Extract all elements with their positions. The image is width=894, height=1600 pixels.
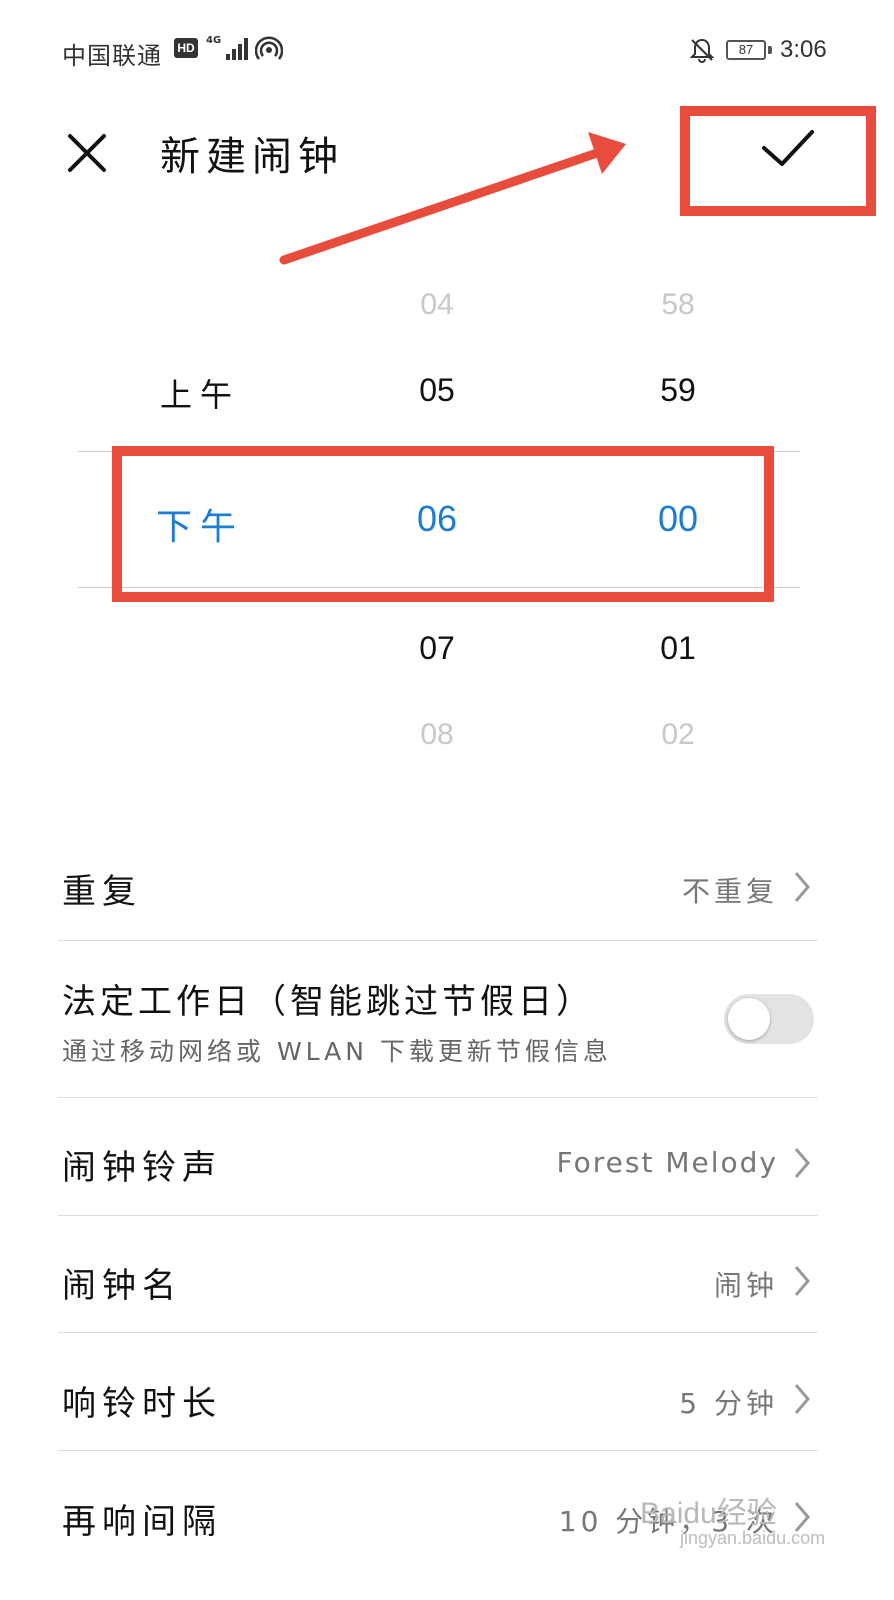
setting-ringtone-label: 闹钟铃声 — [62, 1148, 222, 1188]
chevron-right-icon — [794, 1266, 810, 1296]
network-type: 4G — [206, 35, 222, 46]
annotation-highlight-selected-time — [112, 446, 774, 602]
workday-toggle[interactable] — [724, 994, 814, 1044]
status-time: 3:06 — [780, 36, 827, 63]
setting-name-row[interactable]: 闹钟名 闹钟 — [58, 1254, 818, 1314]
picker-hour-below-2[interactable]: 08 — [387, 718, 487, 752]
watermark-url: jingyan.baidu.com — [680, 1528, 826, 1548]
picker-ampm-above[interactable]: 上午 — [140, 370, 260, 416]
carrier-name: 中国联通 — [62, 42, 162, 70]
picker-minute-below-2[interactable]: 02 — [628, 718, 728, 752]
setting-snooze-label: 再响间隔 — [62, 1502, 222, 1542]
setting-workday-label: 法定工作日（智能跳过节假日） — [62, 982, 594, 1022]
setting-duration-row[interactable]: 响铃时长 5 分钟 — [58, 1372, 818, 1432]
setting-duration-label: 响铃时长 — [62, 1384, 222, 1424]
setting-ringtone-value: Forest Melody — [556, 1146, 778, 1179]
divider — [58, 1450, 818, 1451]
setting-name-label: 闹钟名 — [62, 1266, 182, 1306]
divider — [58, 1097, 818, 1098]
toggle-knob — [728, 998, 770, 1040]
check-icon[interactable] — [758, 126, 818, 172]
picker-hour-below-1[interactable]: 07 — [387, 630, 487, 667]
hotspot-icon — [255, 36, 283, 60]
picker-hour-above-2[interactable]: 04 — [387, 288, 487, 322]
picker-minute-below-1[interactable]: 01 — [628, 630, 728, 667]
chevron-right-icon — [794, 872, 810, 902]
picker-minute-above-2[interactable]: 58 — [628, 288, 728, 322]
setting-duration-value: 5 分钟 — [679, 1387, 778, 1420]
setting-repeat-label: 重复 — [62, 872, 142, 912]
watermark: Baidu经验 — [640, 1497, 777, 1530]
divider — [58, 1332, 818, 1333]
chevron-right-icon — [794, 1384, 810, 1414]
status-bar: 中国联通 HD 4G 87 3:06 — [0, 0, 894, 100]
bell-off-icon — [689, 38, 715, 63]
battery-tip — [768, 46, 772, 54]
setting-workday-row[interactable]: 法定工作日（智能跳过节假日） 通过移动网络或 WLAN 下载更新节假信息 — [58, 970, 818, 1080]
setting-workday-description: 通过移动网络或 WLAN 下载更新节假信息 — [62, 1037, 612, 1066]
setting-repeat-row[interactable]: 重复 不重复 — [58, 860, 818, 920]
picker-hour-above-1[interactable]: 05 — [387, 372, 487, 409]
annotation-arrow — [279, 132, 626, 265]
setting-repeat-value: 不重复 — [681, 875, 778, 908]
chevron-right-icon — [794, 1148, 810, 1178]
close-icon[interactable] — [64, 130, 110, 176]
signal-icon — [226, 38, 250, 60]
hd-badge: HD — [174, 38, 198, 58]
battery-icon: 87 — [726, 40, 766, 60]
divider — [58, 940, 818, 941]
divider — [58, 1215, 818, 1216]
setting-ringtone-row[interactable]: 闹钟铃声 Forest Melody — [58, 1136, 818, 1196]
picker-minute-above-1[interactable]: 59 — [628, 372, 728, 409]
setting-name-value: 闹钟 — [713, 1269, 778, 1302]
